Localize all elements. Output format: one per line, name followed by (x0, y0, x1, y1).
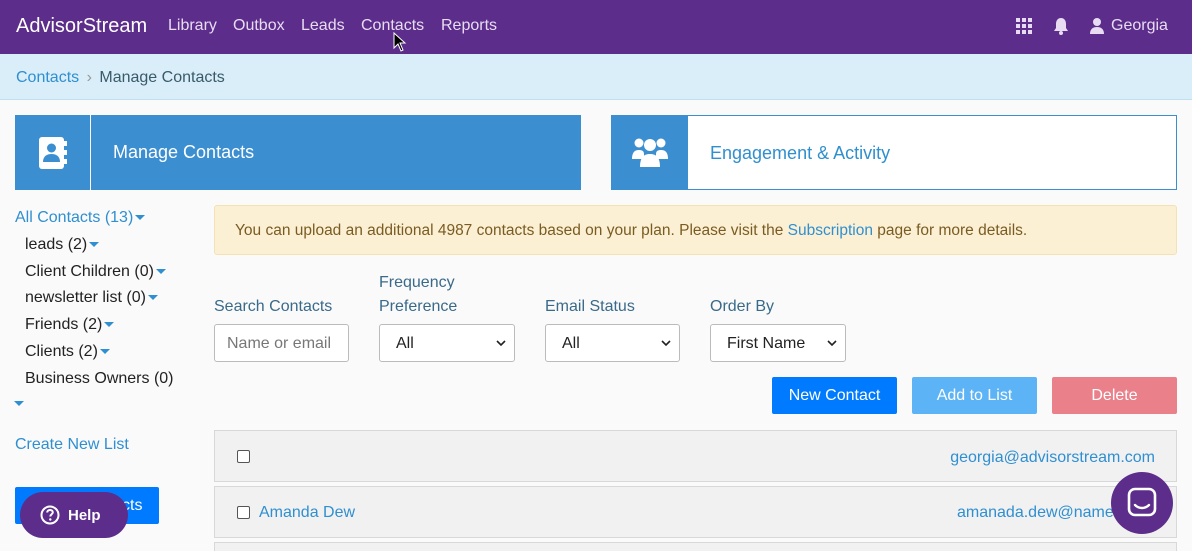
mouse-cursor-icon (393, 32, 407, 52)
delete-button[interactable]: Delete (1052, 377, 1177, 414)
order-by-value: First Name (727, 335, 806, 352)
row-checkbox[interactable] (237, 506, 250, 519)
sidebar-list-business-owners[interactable]: Business Owners (0) (25, 370, 174, 388)
breadcrumb-current: Manage Contacts (99, 69, 225, 86)
email-status-label: Email Status (545, 298, 635, 315)
order-by-select[interactable]: First Name (710, 324, 846, 362)
chevron-down-icon[interactable] (147, 295, 158, 301)
nav-leads[interactable]: Leads (301, 17, 345, 35)
list-label: Friends (2) (25, 316, 103, 333)
add-to-list-button[interactable]: Add to List (912, 377, 1037, 414)
new-contact-button[interactable]: New Contact (772, 377, 897, 414)
search-contacts-label: Search Contacts (214, 298, 333, 315)
chevron-down-icon[interactable] (155, 269, 166, 275)
user-icon[interactable] (1090, 18, 1104, 34)
table-row[interactable]: georgia@advisorstream.com (214, 430, 1177, 482)
sidebar-list-newsletter[interactable]: newsletter list (0) (25, 289, 158, 307)
chevron-down-icon (661, 340, 671, 347)
email-status-select[interactable]: All (545, 324, 680, 362)
row-checkbox[interactable] (237, 450, 250, 463)
breadcrumb-bar: Contacts › Manage Contacts (0, 54, 1192, 100)
frequency-value: All (396, 335, 414, 352)
row-email[interactable]: georgia@advisorstream.com (950, 449, 1155, 467)
list-label: newsletter list (0) (25, 289, 146, 306)
list-label: Client Children (0) (25, 263, 154, 280)
order-by-label: Order By (710, 298, 775, 315)
address-book-icon (39, 137, 67, 169)
top-navbar: AdvisorStream Library Outbox Leads Conta… (0, 0, 1192, 54)
sidebar-list-leads[interactable]: leads (2) (25, 236, 100, 254)
chevron-down-icon (827, 340, 837, 347)
apps-grid-icon[interactable] (1016, 18, 1032, 34)
card-icon-container (15, 115, 91, 190)
engagement-activity-label: Engagement & Activity (710, 143, 891, 163)
nav-outbox[interactable]: Outbox (233, 17, 285, 35)
help-label: Help (68, 507, 101, 524)
breadcrumb-separator: › (86, 69, 92, 86)
list-label: Clients (2) (25, 343, 98, 360)
chevron-down-icon[interactable] (99, 349, 110, 355)
notifications-bell-icon[interactable] (1053, 17, 1069, 35)
email-status-value: All (562, 335, 580, 352)
breadcrumb-contacts-link[interactable]: Contacts (16, 69, 79, 86)
nav-reports[interactable]: Reports (441, 17, 497, 35)
card-icon-container (612, 116, 688, 189)
user-menu[interactable]: Georgia (1111, 17, 1168, 35)
frequency-label-line1: Frequency (379, 274, 455, 291)
nav-library[interactable]: Library (168, 17, 217, 35)
all-contacts-label: All Contacts (13) (15, 209, 134, 226)
list-label: Business Owners (0) (25, 370, 174, 387)
users-group-icon (632, 138, 668, 167)
frequency-label-line2: Preference (379, 298, 458, 315)
chevron-down-icon[interactable] (14, 401, 24, 406)
search-placeholder: Name or email (227, 335, 332, 352)
chevron-down-icon (496, 340, 506, 347)
help-button[interactable]: Help (20, 492, 128, 538)
search-input[interactable]: Name or email (214, 324, 349, 362)
alert-text-before: You can upload an additional 4987 contac… (235, 222, 788, 239)
table-row[interactable]: Amanda Dew amanada.dew@names (214, 486, 1177, 538)
list-label: leads (2) (25, 236, 88, 253)
row-email[interactable]: amanada.dew@names (957, 504, 1122, 522)
row-name[interactable]: Amanda Dew (259, 504, 355, 522)
alert-text: You can upload an additional 4987 contac… (235, 222, 1027, 240)
chevron-down-icon[interactable] (89, 242, 100, 248)
chevron-down-icon[interactable] (135, 215, 146, 221)
alert-text-after: page for more details. (872, 222, 1028, 239)
frequency-select[interactable]: All (379, 324, 515, 362)
sidebar-list-friends[interactable]: Friends (2) (25, 316, 115, 334)
chat-launcher-button[interactable] (1111, 472, 1173, 534)
engagement-activity-card[interactable]: Engagement & Activity (611, 115, 1177, 190)
upload-limit-alert: You can upload an additional 4987 contac… (214, 205, 1177, 255)
manage-contacts-card[interactable]: Manage Contacts (15, 115, 581, 190)
table-row[interactable] (214, 542, 1177, 551)
question-circle-icon (40, 505, 60, 525)
sidebar-list-clients[interactable]: Clients (2) (25, 343, 110, 361)
create-new-list-link[interactable]: Create New List (15, 436, 129, 454)
brand-logo[interactable]: AdvisorStream (16, 15, 147, 38)
sidebar-list-client-children[interactable]: Client Children (0) (25, 263, 166, 281)
subscription-link[interactable]: Subscription (788, 222, 873, 239)
chevron-down-icon[interactable] (104, 322, 115, 328)
breadcrumb: Contacts › Manage Contacts (16, 69, 225, 87)
manage-contacts-label: Manage Contacts (113, 142, 255, 162)
chat-icon (1127, 487, 1157, 517)
all-contacts-link[interactable]: All Contacts (13) (15, 209, 146, 227)
